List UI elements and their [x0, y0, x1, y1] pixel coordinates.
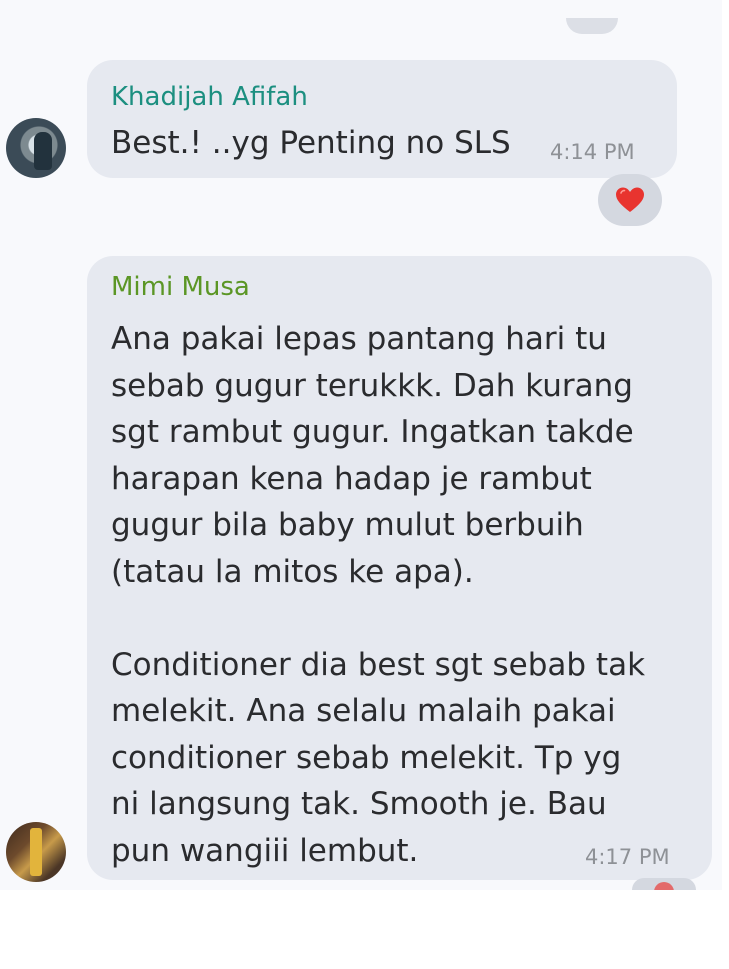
message-bubble[interactable]: Khadijah Afifah Best.! ..yg Penting no S… — [87, 60, 677, 178]
message-text: Ana pakai lepas pantang hari tu sebab gu… — [111, 316, 645, 874]
message-line: melekit. Ana selalu malaih pakai — [111, 693, 616, 729]
message-line: Conditioner dia best sgt sebab tak — [111, 646, 646, 683]
avatar-figure — [34, 132, 52, 170]
message-line: pun wangiii lembut. — [111, 832, 419, 869]
message-timestamp: 4:14 PM — [550, 140, 635, 164]
message-timestamp: 4:17 PM — [585, 845, 670, 869]
message-line: ni langsung tak. Smooth je. Bau — [111, 786, 607, 822]
message-line: Ana pakai lepas pantang hari tu — [111, 321, 607, 357]
previous-reaction-badge[interactable] — [566, 18, 618, 34]
avatar-khadijah[interactable] — [6, 118, 66, 178]
sender-name[interactable]: Mimi Musa — [111, 272, 250, 302]
sender-name[interactable]: Khadijah Afifah — [111, 82, 308, 112]
avatar-mimi[interactable] — [6, 822, 66, 882]
message-bubble[interactable]: Mimi Musa Ana pakai lepas pantang hari t… — [87, 256, 712, 880]
message-line: gugur bila baby mulut berbuih — [111, 507, 584, 543]
heart-reaction-icon — [654, 882, 674, 890]
message-line: sgt rambut gugur. Ingatkan takde — [111, 414, 634, 450]
message-text: Best.! ..yg Penting no SLS — [111, 125, 511, 161]
heart-reaction-badge[interactable] — [598, 174, 662, 226]
chat-area: Khadijah Afifah Best.! ..yg Penting no S… — [0, 0, 722, 890]
message-line: sebab gugur terukkk. Dah kurang — [111, 367, 633, 404]
avatar-figure — [30, 828, 42, 876]
message-line: harapan kena hadap je rambut — [111, 460, 592, 497]
heart-reaction-icon — [616, 187, 644, 212]
message-line-blank — [111, 595, 645, 642]
reaction-badge[interactable] — [632, 878, 696, 890]
message-line: conditioner sebab melekit. Tp yg — [111, 739, 622, 776]
message-line: (tatau la mitos ke apa). — [111, 553, 474, 590]
